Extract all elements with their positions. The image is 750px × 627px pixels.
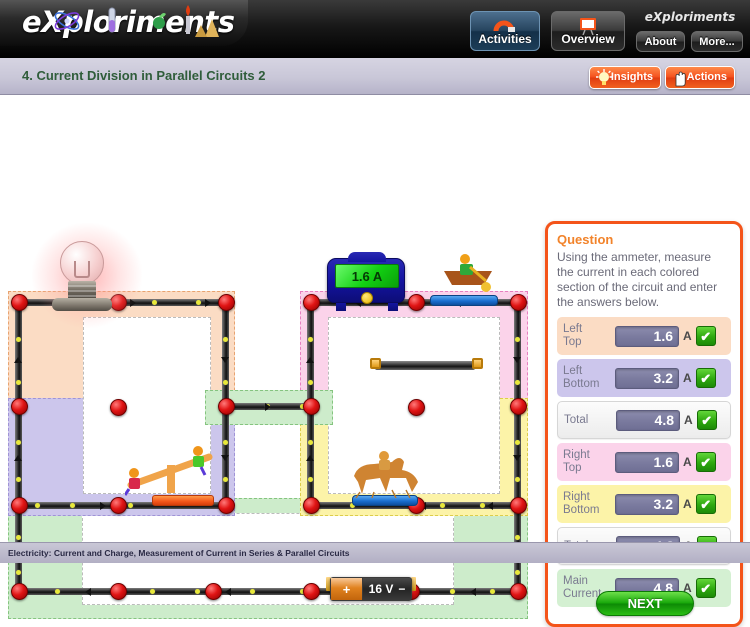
circuit-node: [218, 294, 235, 311]
actions-button[interactable]: Actions: [665, 66, 735, 89]
check-icon: ✔: [695, 578, 716, 598]
circuit-node: [205, 583, 222, 600]
circuit-node: [11, 294, 28, 311]
connector-terminal-left[interactable]: [370, 358, 381, 369]
nav-about-button[interactable]: About: [636, 31, 685, 52]
hand-pointer-icon: [675, 71, 686, 87]
bulb-filament: [74, 261, 90, 278]
nav-more-label: More...: [699, 36, 735, 48]
ammeter[interactable]: 1.6 A: [327, 252, 405, 311]
top-bar: eXploriments Activities Overview eXplori…: [0, 0, 750, 58]
circuit-node: [11, 398, 28, 415]
footer-text: Electricity: Current and Charge, Measure…: [8, 548, 350, 558]
circuit-node: [408, 399, 425, 416]
battery[interactable]: + 16 V −: [330, 577, 412, 601]
ammeter-reading: 1.6 A: [335, 264, 399, 288]
answer-row-right-bottom: Right Bottom 3.2 A ✔: [557, 485, 731, 523]
carousel-horse-figure[interactable]: [340, 448, 432, 498]
circuit-node: [110, 497, 127, 514]
footer-bar: Electricity: Current and Charge, Measure…: [0, 542, 750, 563]
circuit-node: [303, 398, 320, 415]
answer-label: Right Bottom: [563, 491, 600, 516]
insights-button[interactable]: Insights: [589, 66, 661, 89]
unit-label: A: [683, 497, 692, 511]
unit-label: A: [683, 371, 692, 385]
wire-main-bottom-left: [18, 588, 334, 595]
circuit-node: [408, 294, 425, 311]
circuit-node: [510, 294, 527, 311]
circuit-node: [110, 583, 127, 600]
unit-label: A: [683, 455, 692, 469]
answer-input-left-bottom[interactable]: 3.2: [615, 367, 679, 389]
circuit-node: [510, 398, 527, 415]
wire-connector[interactable]: [375, 361, 475, 370]
atom-icon: [54, 12, 80, 30]
question-heading: Question: [557, 232, 614, 247]
answer-row-left-bottom: Left Bottom 3.2 A ✔: [557, 359, 731, 397]
check-icon: ✔: [695, 326, 716, 346]
next-button[interactable]: NEXT: [596, 591, 694, 616]
answer-label: Total: [564, 413, 589, 426]
brandmark: eXploriments: [644, 10, 736, 24]
circuit-node: [303, 583, 320, 600]
answer-label: Left Top: [563, 323, 583, 348]
answer-row-left-total: Total 4.8 A ✔: [557, 401, 731, 439]
answer-label: Left Bottom: [563, 365, 600, 390]
circuit-canvas[interactable]: 1.6 A + 16 V − Question Using the ammete…: [0, 95, 750, 627]
bulb-holder: [52, 298, 112, 311]
seesaw-figure[interactable]: [125, 443, 217, 497]
circuit-node: [218, 398, 235, 415]
answer-row-left-top: Left Top 1.6 A ✔: [557, 317, 731, 355]
check-icon: ✔: [695, 368, 716, 388]
page-title: 4. Current Division in Parallel Circuits…: [22, 68, 266, 83]
insights-label: Insights: [610, 71, 653, 83]
circuit-node: [11, 497, 28, 514]
magnet-icon: [493, 20, 515, 32]
wire-main-bottom-right: [408, 588, 518, 595]
battery-voltage-label: 16 V: [368, 582, 394, 596]
circuit-node: [218, 497, 235, 514]
answer-input-right-top[interactable]: 1.6: [615, 451, 679, 473]
ammeter-knob[interactable]: [361, 292, 373, 304]
unit-label: A: [683, 329, 692, 343]
circuit-node: [11, 583, 28, 600]
nav-activities-button[interactable]: Activities: [470, 11, 540, 51]
circuit-node: [110, 399, 127, 416]
rowing-boat-figure[interactable]: [440, 247, 496, 297]
check-icon: ✔: [695, 494, 716, 514]
question-panel: Question Using the ammeter, measure the …: [545, 221, 743, 627]
answer-input-right-bottom[interactable]: 3.2: [615, 493, 679, 515]
answer-label: Right Top: [563, 449, 590, 474]
nav-about-label: About: [644, 36, 677, 48]
circuit-node: [510, 583, 527, 600]
actions-label: Actions: [686, 71, 727, 83]
battery-positive-terminal: +: [331, 578, 363, 600]
battery-negative-terminal: −: [398, 582, 406, 596]
circuit-node: [303, 294, 320, 311]
circuit-node: [303, 497, 320, 514]
question-text: Using the ammeter, measure the current i…: [557, 250, 718, 309]
circuit-node: [510, 497, 527, 514]
check-icon: ✔: [695, 452, 716, 472]
nav-overview-label: Overview: [561, 32, 615, 46]
nav-overview-button[interactable]: Overview: [551, 11, 625, 51]
unit-label: A: [684, 413, 693, 427]
nav-more-button[interactable]: More...: [691, 31, 743, 52]
answer-rows: Left Top 1.6 A ✔ Left Bottom 3.2 A ✔ Tot…: [557, 317, 731, 607]
nav-activities-label: Activities: [478, 32, 532, 46]
answer-input-left-top[interactable]: 1.6: [615, 325, 679, 347]
check-icon: ✔: [696, 410, 717, 430]
answer-input-left-total[interactable]: 4.8: [616, 409, 680, 431]
connector-terminal-right[interactable]: [472, 358, 483, 369]
answer-row-right-top: Right Top 1.6 A ✔: [557, 443, 731, 481]
